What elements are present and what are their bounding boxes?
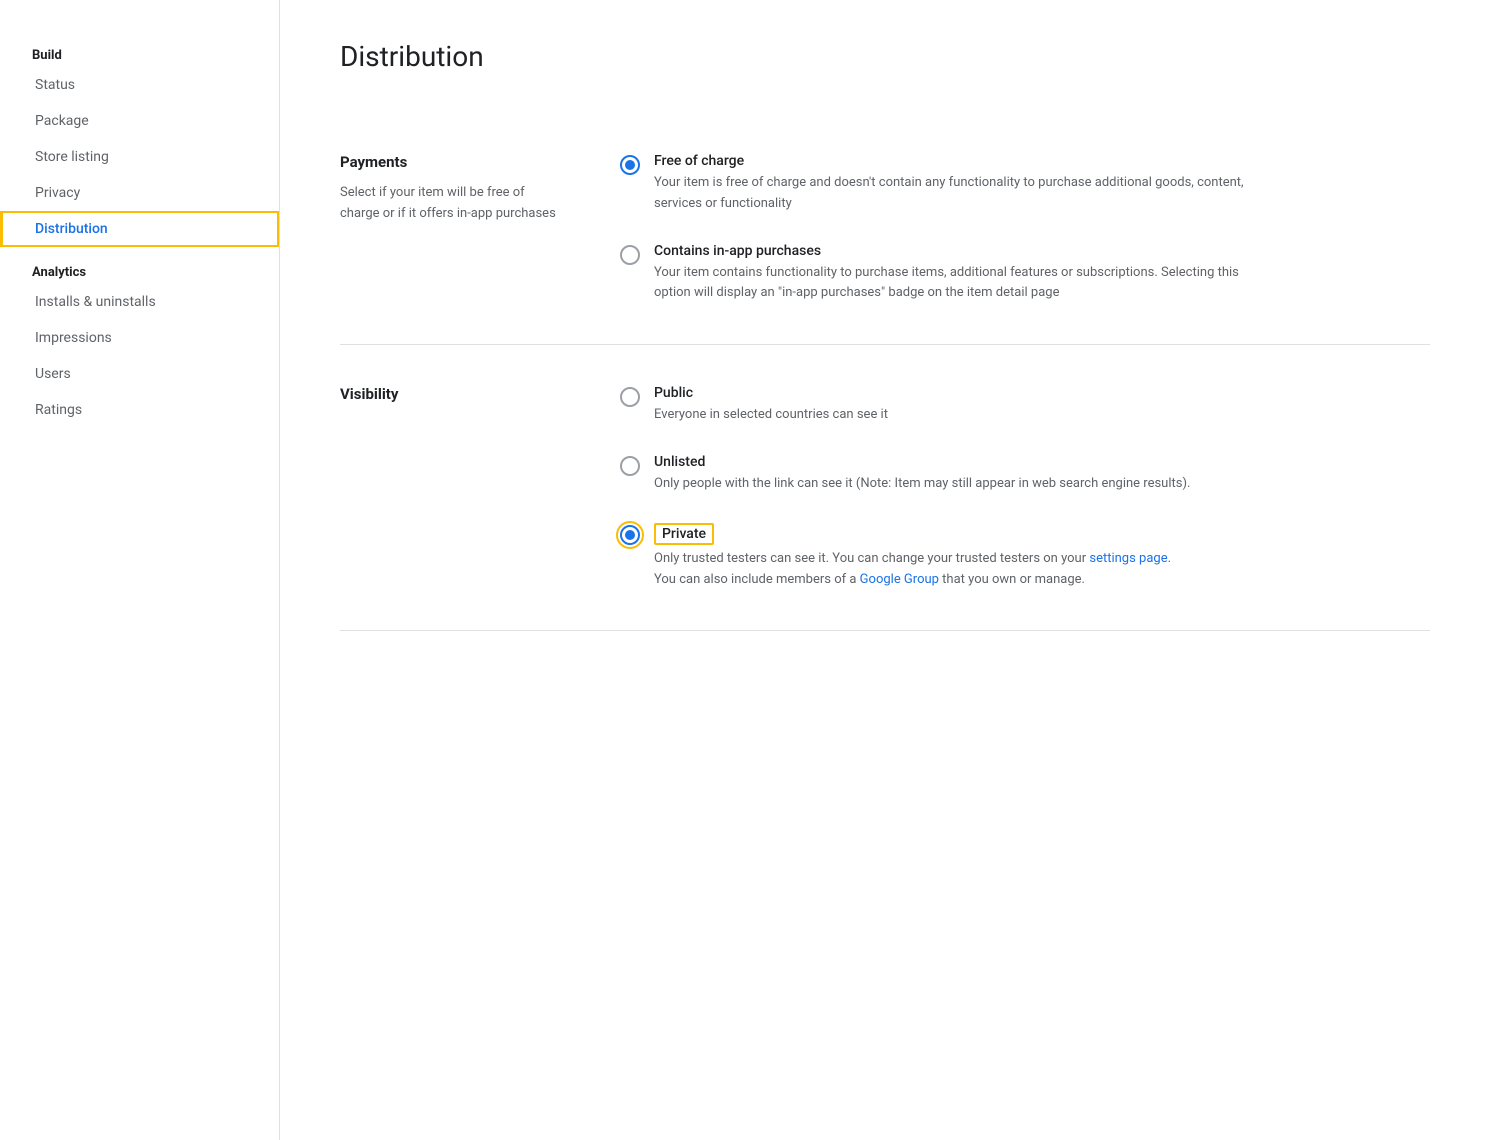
payments-label-col: Payments Select if your item will be fre…: [340, 153, 560, 304]
visibility-public-title: Public: [654, 385, 888, 401]
sidebar-build-section: Build: [0, 40, 279, 67]
sidebar-item-package[interactable]: Package: [0, 103, 279, 139]
visibility-option-unlisted[interactable]: Unlisted Only people with the link can s…: [620, 454, 1430, 495]
radio-private[interactable]: [620, 525, 640, 545]
page-title: Distribution: [340, 40, 1430, 73]
payments-free-desc: Your item is free of charge and doesn't …: [654, 173, 1254, 215]
payments-option-inapp[interactable]: Contains in-app purchases Your item cont…: [620, 243, 1430, 305]
visibility-unlisted-title: Unlisted: [654, 454, 1190, 470]
sidebar-item-distribution[interactable]: Distribution: [0, 211, 279, 247]
google-group-link[interactable]: Google Group: [860, 572, 939, 587]
private-desc-after: that you own or manage.: [939, 572, 1085, 587]
payments-inapp-content: Contains in-app purchases Your item cont…: [654, 243, 1254, 305]
main-content: Distribution Payments Select if your ite…: [280, 0, 1490, 1140]
payments-free-title: Free of charge: [654, 153, 1254, 169]
visibility-public-content: Public Everyone in selected countries ca…: [654, 385, 888, 426]
visibility-label: Visibility: [340, 385, 560, 403]
payments-label: Payments: [340, 153, 560, 171]
visibility-public-desc: Everyone in selected countries can see i…: [654, 405, 888, 426]
payments-description: Select if your item will be free of char…: [340, 183, 560, 225]
sidebar-analytics-section: Analytics: [0, 257, 279, 284]
visibility-label-col: Visibility: [340, 385, 560, 590]
sidebar: Build Status Package Store listing Priva…: [0, 0, 280, 1140]
visibility-section: Visibility Public Everyone in selected c…: [340, 345, 1430, 631]
visibility-option-public[interactable]: Public Everyone in selected countries ca…: [620, 385, 1430, 426]
sidebar-item-ratings[interactable]: Ratings: [0, 392, 279, 428]
sidebar-item-users[interactable]: Users: [0, 356, 279, 392]
sidebar-item-privacy[interactable]: Privacy: [0, 175, 279, 211]
payments-inapp-title: Contains in-app purchases: [654, 243, 1254, 259]
payments-section: Payments Select if your item will be fre…: [340, 113, 1430, 345]
private-title-box: Private: [654, 523, 714, 545]
visibility-unlisted-desc: Only people with the link can see it (No…: [654, 474, 1190, 495]
sidebar-item-store-listing[interactable]: Store listing: [0, 139, 279, 175]
sidebar-item-installs-uninstalls[interactable]: Installs & uninstalls: [0, 284, 279, 320]
settings-page-link[interactable]: settings page: [1089, 551, 1167, 566]
payments-inapp-desc: Your item contains functionality to purc…: [654, 263, 1254, 305]
sidebar-item-status[interactable]: Status: [0, 67, 279, 103]
visibility-private-desc: Only trusted testers can see it. You can…: [654, 549, 1171, 591]
private-desc-before: Only trusted testers can see it. You can…: [654, 551, 1089, 566]
visibility-unlisted-content: Unlisted Only people with the link can s…: [654, 454, 1190, 495]
sidebar-item-impressions[interactable]: Impressions: [0, 320, 279, 356]
payments-options: Free of charge Your item is free of char…: [620, 153, 1430, 304]
visibility-private-title: Private: [654, 523, 1171, 545]
payments-free-content: Free of charge Your item is free of char…: [654, 153, 1254, 215]
radio-in-app-purchases[interactable]: [620, 245, 640, 265]
visibility-private-content: Private Only trusted testers can see it.…: [654, 523, 1171, 591]
payments-option-free[interactable]: Free of charge Your item is free of char…: [620, 153, 1430, 215]
radio-free-of-charge[interactable]: [620, 155, 640, 175]
visibility-options: Public Everyone in selected countries ca…: [620, 385, 1430, 590]
radio-unlisted[interactable]: [620, 456, 640, 476]
visibility-option-private[interactable]: Private Only trusted testers can see it.…: [620, 523, 1430, 591]
radio-public[interactable]: [620, 387, 640, 407]
